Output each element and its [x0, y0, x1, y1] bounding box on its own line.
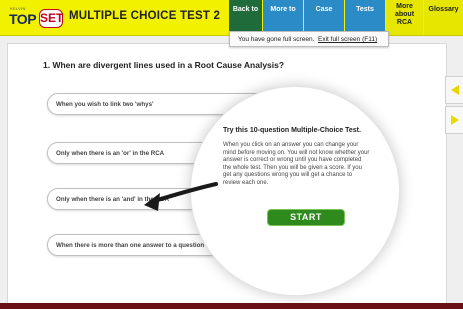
intro-description: When you click on an answer you can chan…: [223, 142, 370, 186]
exit-fullscreen-link[interactable]: Exit full screen (F11): [318, 36, 377, 43]
nav-tests-button[interactable]: Tests: [345, 0, 385, 35]
intro-title: Try this 10-question Multiple-Choice Tes…: [223, 127, 361, 134]
nav-more-to-button[interactable]: More to: [263, 0, 303, 35]
start-button[interactable]: START: [267, 209, 345, 226]
question-text: 1. When are divergent lines used in a Ro…: [43, 60, 285, 70]
intro-popup-circle: [190, 86, 400, 296]
topset-logo[interactable]: KELVIN TOP SET: [9, 6, 65, 32]
next-question-tab[interactable]: [445, 106, 463, 134]
logo-set-text: SET: [39, 9, 63, 28]
logo-top-text: TOP: [9, 11, 37, 27]
prev-arrow-icon: [451, 85, 459, 95]
nav-glossary-button[interactable]: Glossary: [424, 0, 463, 35]
next-arrow-icon: [451, 115, 459, 125]
nav-rca-line1: More about: [394, 3, 415, 18]
fullscreen-message: You have gone full screen.: [238, 36, 315, 43]
nav-rca-line2: RCA: [396, 19, 413, 26]
prev-question-tab[interactable]: [445, 76, 463, 104]
nav-case-button[interactable]: Case: [304, 0, 344, 35]
fullscreen-notification: You have gone full screen. Exit full scr…: [229, 31, 389, 47]
nav-more-about-rca-button[interactable]: More about RCA: [386, 0, 423, 35]
page-title: MULTIPLE CHOICE TEST 2: [69, 10, 221, 22]
bottom-bar: [0, 303, 463, 309]
nav-back-to-button[interactable]: Back to: [229, 0, 262, 35]
